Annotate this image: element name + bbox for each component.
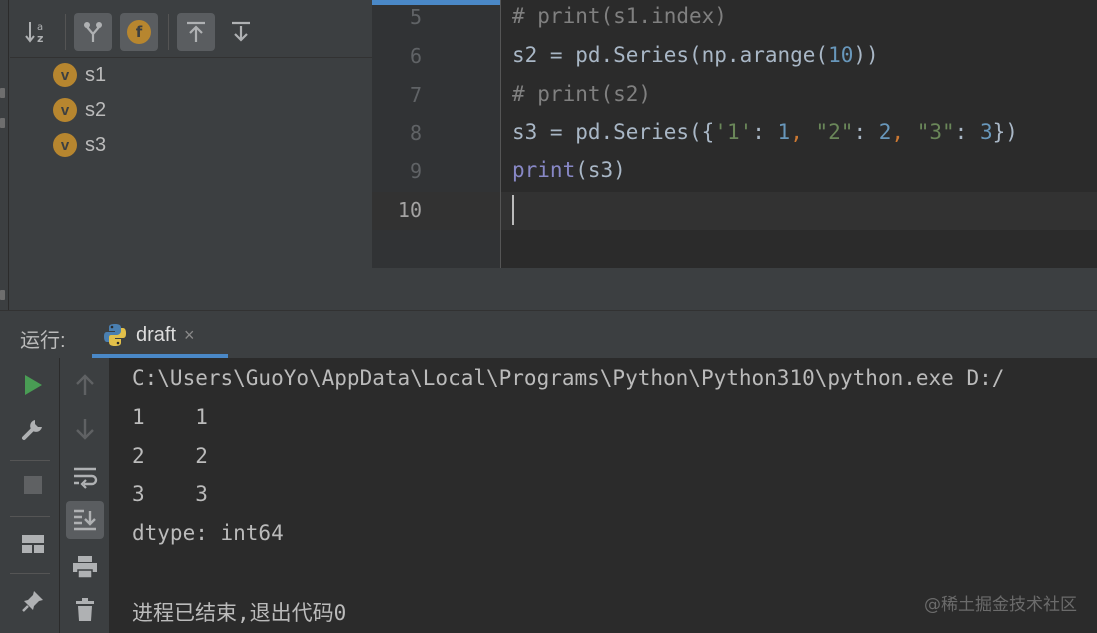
code-line[interactable]: # print(s2): [512, 82, 651, 106]
line-number: 10: [397, 198, 422, 222]
toolbar-separator: [10, 516, 50, 517]
soft-wrap-button[interactable]: [66, 458, 104, 496]
scroll-to-end-button[interactable]: [66, 501, 104, 539]
stop-button[interactable]: [14, 466, 52, 504]
editor-bottom-area: [372, 268, 1097, 310]
sort-alphabetically-icon: a z: [25, 22, 43, 45]
show-fields-icon: f: [127, 20, 151, 44]
line-number: 7: [409, 83, 422, 107]
code-line[interactable]: # print(s1.index): [512, 4, 727, 28]
code-line[interactable]: s2 = pd.Series(np.arange(10)): [512, 43, 879, 67]
run-right-toolbar: [60, 358, 110, 633]
console-line: dtype: int64: [132, 521, 284, 545]
line-number: 5: [409, 5, 422, 29]
watermark: @稀土掘金技术社区: [924, 595, 1077, 615]
toolbar-separator: [10, 460, 50, 461]
text-caret: [512, 195, 514, 225]
tree-item-s3[interactable]: v s3: [53, 129, 106, 161]
run-panel-label: 运行:: [20, 330, 66, 352]
toolbar-separator: [168, 14, 169, 50]
current-line-highlight: [372, 192, 1097, 230]
tree-item-label: s2: [85, 98, 107, 121]
line-number: 8: [409, 121, 422, 145]
left-tool-strip: [0, 0, 9, 310]
arrow-down-icon: [76, 419, 94, 440]
printer-icon: [73, 556, 97, 579]
next-occurrence-button[interactable]: [66, 410, 104, 448]
show-fields-button[interactable]: f: [120, 13, 158, 51]
console-line: 3 3: [132, 482, 208, 506]
show-inherited-icon: [84, 22, 102, 42]
structure-toolbar: a z f: [10, 0, 372, 58]
pin-tab-button[interactable]: [14, 582, 52, 620]
previous-occurrence-button[interactable]: [66, 366, 104, 404]
run-left-toolbar: [0, 358, 60, 633]
console-line: C:\Users\GuoYo\AppData\Local\Programs\Py…: [132, 366, 1005, 390]
soft-wrap-icon: [74, 467, 98, 489]
layout-button[interactable]: [14, 525, 52, 563]
collapse-all-icon: [232, 21, 250, 42]
stop-icon: [24, 476, 42, 494]
scroll-to-end-icon: [74, 509, 96, 531]
variable-icon: v: [53, 133, 77, 157]
wrench-icon: [22, 420, 42, 440]
run-tab-draft[interactable]: draft ×: [92, 311, 228, 359]
trash-icon: [76, 598, 94, 621]
toolbar-separator: [10, 573, 50, 574]
clear-all-button[interactable]: [66, 591, 104, 629]
variable-icon: v: [53, 63, 77, 87]
console-output[interactable]: C:\Users\GuoYo\AppData\Local\Programs\Py…: [110, 358, 1097, 633]
fields-badge-letter: f: [135, 23, 143, 41]
edit-configuration-button[interactable]: [14, 410, 52, 448]
toolbar-separator: [65, 14, 66, 50]
tree-item-s1[interactable]: v s1: [53, 59, 106, 91]
layout-icon: [22, 535, 44, 553]
console-line: 1 1: [132, 405, 208, 429]
svg-text:z: z: [37, 32, 43, 45]
collapse-all-button[interactable]: [222, 13, 260, 51]
strip-marker: [0, 88, 5, 98]
show-inherited-button[interactable]: [74, 13, 112, 51]
code-editor[interactable]: 5 6 7 8 9 10 # print(s1.index) s2 = pd.S…: [372, 0, 1097, 310]
tree-item-s2[interactable]: v s2: [53, 94, 106, 126]
variable-icon: v: [53, 98, 77, 122]
strip-marker: [0, 290, 5, 300]
structure-panel: a z f v s1 v s2 v s3: [0, 0, 372, 310]
pin-icon: [22, 591, 43, 612]
line-number: 6: [409, 44, 422, 68]
play-icon: [25, 375, 42, 395]
sort-alphabetically-button[interactable]: a z: [18, 13, 56, 51]
expand-all-icon: [187, 21, 205, 42]
strip-marker: [0, 118, 5, 128]
run-panel-header: 运行: draft ×: [0, 310, 1097, 358]
tree-item-label: s1: [85, 63, 107, 86]
arrow-up-icon: [76, 374, 94, 395]
python-icon: [104, 324, 126, 346]
expand-all-button[interactable]: [177, 13, 215, 51]
rerun-button[interactable]: [14, 366, 52, 404]
console-line: 进程已结束,退出代码0: [132, 601, 347, 625]
tree-item-label: s3: [85, 133, 107, 156]
code-line[interactable]: print(s3): [512, 158, 626, 182]
run-tab-title: draft: [136, 323, 177, 346]
gutter-separator: [500, 0, 501, 268]
close-tab-icon[interactable]: ×: [184, 325, 195, 346]
line-number: 9: [409, 159, 422, 183]
console-line: 2 2: [132, 444, 208, 468]
code-line[interactable]: s3 = pd.Series({'1': 1, "2": 2, "3": 3}): [512, 120, 1018, 144]
print-button[interactable]: [66, 548, 104, 586]
